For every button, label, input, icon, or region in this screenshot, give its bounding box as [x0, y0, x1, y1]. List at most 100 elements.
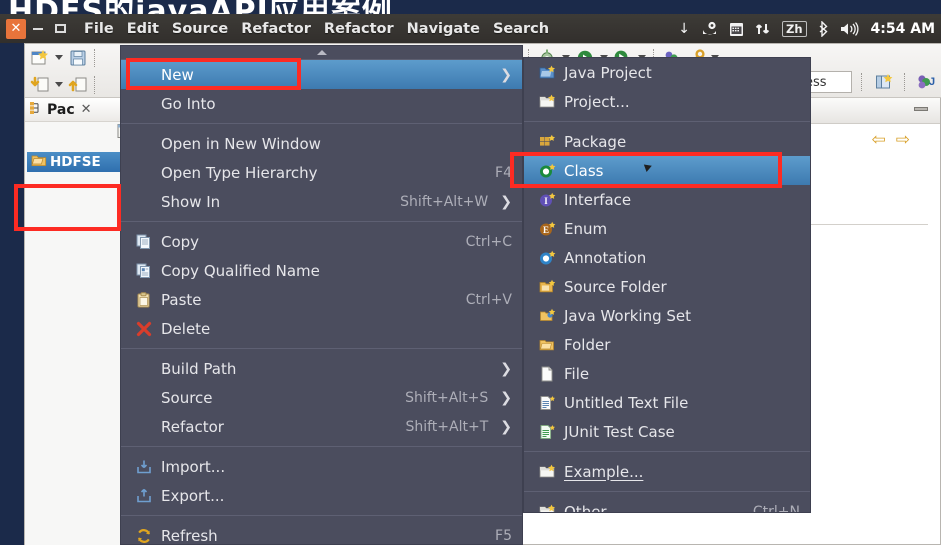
menu-file[interactable]: File: [84, 21, 114, 37]
menu-refactor-2[interactable]: Refactor: [324, 21, 394, 37]
submenu-item-enum[interactable]: E Enum: [524, 214, 810, 243]
chevron-right-icon: ❯: [500, 360, 512, 377]
menu-item-copy-qualified-name[interactable]: Copy Qualified Name: [121, 256, 522, 285]
maximize-window-icon[interactable]: [50, 19, 70, 39]
menu-item-new[interactable]: New ❯: [121, 60, 522, 89]
minimize-icon[interactable]: [914, 107, 928, 111]
menu-item-copy[interactable]: Copy Ctrl+C: [121, 227, 522, 256]
menu-item-refresh[interactable]: Refresh F5: [121, 521, 522, 545]
package-icon: [536, 134, 558, 149]
clock[interactable]: 4:54 AM: [871, 21, 935, 37]
submenu-item-other[interactable]: Other... Ctrl+N: [524, 497, 810, 513]
menu-item-open-in-new-window[interactable]: Open in New Window: [121, 129, 522, 158]
bluetooth-icon[interactable]: [818, 20, 829, 37]
menu-item-export[interactable]: Export...: [121, 481, 522, 510]
submenu-item-file[interactable]: File: [524, 359, 810, 388]
menu-item-delete[interactable]: Delete: [121, 314, 522, 343]
submenu-item-interface[interactable]: I Interface: [524, 185, 810, 214]
submenu-item-label: JUnit Test Case: [564, 422, 675, 441]
menu-item-refactor[interactable]: Refactor Shift+Alt+T ❯: [121, 412, 522, 441]
submenu-item-label: Package: [564, 132, 627, 151]
menu-navigate[interactable]: Navigate: [407, 21, 480, 37]
open-perspective-icon[interactable]: [873, 71, 895, 93]
perspective-separator-2: [904, 73, 907, 91]
menu-item-label: Export...: [161, 486, 225, 505]
submenu-item-source-folder[interactable]: Source Folder: [524, 272, 810, 301]
menu-item-open-type-hierarchy[interactable]: Open Type Hierarchy F4: [121, 158, 522, 187]
menu-separator: [121, 348, 522, 349]
export-icon[interactable]: [67, 74, 89, 96]
java-working-set-icon: [536, 308, 558, 323]
menu-item-source[interactable]: Source Shift+Alt+S ❯: [121, 383, 522, 412]
chevron-right-icon: ❯: [500, 193, 512, 210]
toolbar-separator-2: [94, 75, 97, 94]
import-icon[interactable]: [29, 74, 51, 96]
network-icon[interactable]: [755, 21, 771, 37]
menu-item-build-path[interactable]: Build Path ❯: [121, 354, 522, 383]
menu-item-import[interactable]: Import...: [121, 452, 522, 481]
menu-item-go-into[interactable]: Go Into: [121, 89, 522, 118]
refresh-icon: [133, 528, 155, 544]
submenu-item-untitled-text-file[interactable]: Untitled Text File: [524, 388, 810, 417]
submenu-item-example[interactable]: Example...: [524, 457, 810, 486]
submenu-item-label: Source Folder: [564, 277, 667, 296]
java-perspective-icon[interactable]: J: [916, 71, 938, 93]
menu-item-label: Refresh: [161, 526, 218, 545]
close-icon[interactable]: ✕: [81, 102, 92, 117]
forward-icon[interactable]: ⇨: [896, 130, 910, 150]
menu-edit[interactable]: Edit: [127, 21, 159, 37]
submenu-item-java-working-set[interactable]: Java Working Set: [524, 301, 810, 330]
submenu-item-class[interactable]: Class: [524, 156, 810, 185]
class-icon: [536, 163, 558, 179]
new-wizard-icon[interactable]: [29, 47, 51, 69]
submenu-item-accel: Ctrl+N: [752, 503, 800, 513]
submenu-item-label: Project...: [564, 92, 630, 111]
download-indicator-icon[interactable]: ↓: [678, 21, 690, 37]
menu-item-label: Delete: [161, 319, 211, 338]
system-tray: ↓ Zh 4:54 AM: [678, 20, 941, 37]
enum-icon: E: [536, 221, 558, 237]
untitled-text-file-icon: [536, 395, 558, 411]
global-menu-bar: File Edit Source Refactor Refactor Navig…: [84, 21, 549, 37]
new-wizard-dropdown-icon[interactable]: [53, 47, 65, 69]
save-icon[interactable]: [67, 47, 89, 69]
menu-refactor-1[interactable]: Refactor: [241, 21, 311, 37]
menu-item-accel: F5: [495, 527, 512, 544]
submenu-item-project[interactable]: Project...: [524, 87, 810, 116]
submenu-item-junit-test-case[interactable]: JUnit Test Case: [524, 417, 810, 446]
submenu-separator-3: [524, 491, 810, 492]
menu-item-label: Source: [161, 388, 213, 407]
submenu-item-label: Java Project: [564, 63, 652, 82]
paste-icon: [133, 291, 155, 308]
calendar-icon[interactable]: [729, 21, 744, 37]
submenu-item-annotation[interactable]: Annotation: [524, 243, 810, 272]
svg-text:J: J: [929, 76, 935, 88]
menu-item-label: Go Into: [161, 94, 216, 113]
chevron-right-icon: ❯: [500, 66, 512, 83]
submenu-separator: [524, 121, 810, 122]
menu-source[interactable]: Source: [172, 21, 228, 37]
submenu-item-package[interactable]: Package: [524, 127, 810, 156]
interface-icon: I: [536, 192, 558, 208]
submenu-item-label: Interface: [564, 190, 632, 209]
menu-separator: [121, 515, 522, 516]
menu-item-show-in[interactable]: Show In Shift+Alt+W ❯: [121, 187, 522, 216]
menu-item-accel: Shift+Alt+W: [400, 193, 489, 210]
junit-test-case-icon: [536, 424, 558, 440]
volume-icon[interactable]: [840, 21, 860, 37]
menu-separator: [121, 221, 522, 222]
import-icon: [133, 459, 155, 475]
scroll-up-icon[interactable]: [121, 46, 522, 60]
minimize-window-icon[interactable]: [28, 19, 48, 39]
menu-item-paste[interactable]: Paste Ctrl+V: [121, 285, 522, 314]
java-project-icon: [536, 65, 558, 80]
input-method-indicator[interactable]: Zh: [782, 20, 807, 37]
submenu-item-java-project[interactable]: Java Project: [524, 58, 810, 87]
menu-separator: [121, 446, 522, 447]
submenu-item-folder[interactable]: Folder: [524, 330, 810, 359]
bug-icon[interactable]: [701, 21, 718, 37]
back-icon[interactable]: ⇦: [872, 130, 886, 150]
menu-search[interactable]: Search: [493, 21, 549, 37]
import-dropdown-icon[interactable]: [53, 74, 65, 96]
close-window-icon[interactable]: ✕: [6, 18, 26, 39]
